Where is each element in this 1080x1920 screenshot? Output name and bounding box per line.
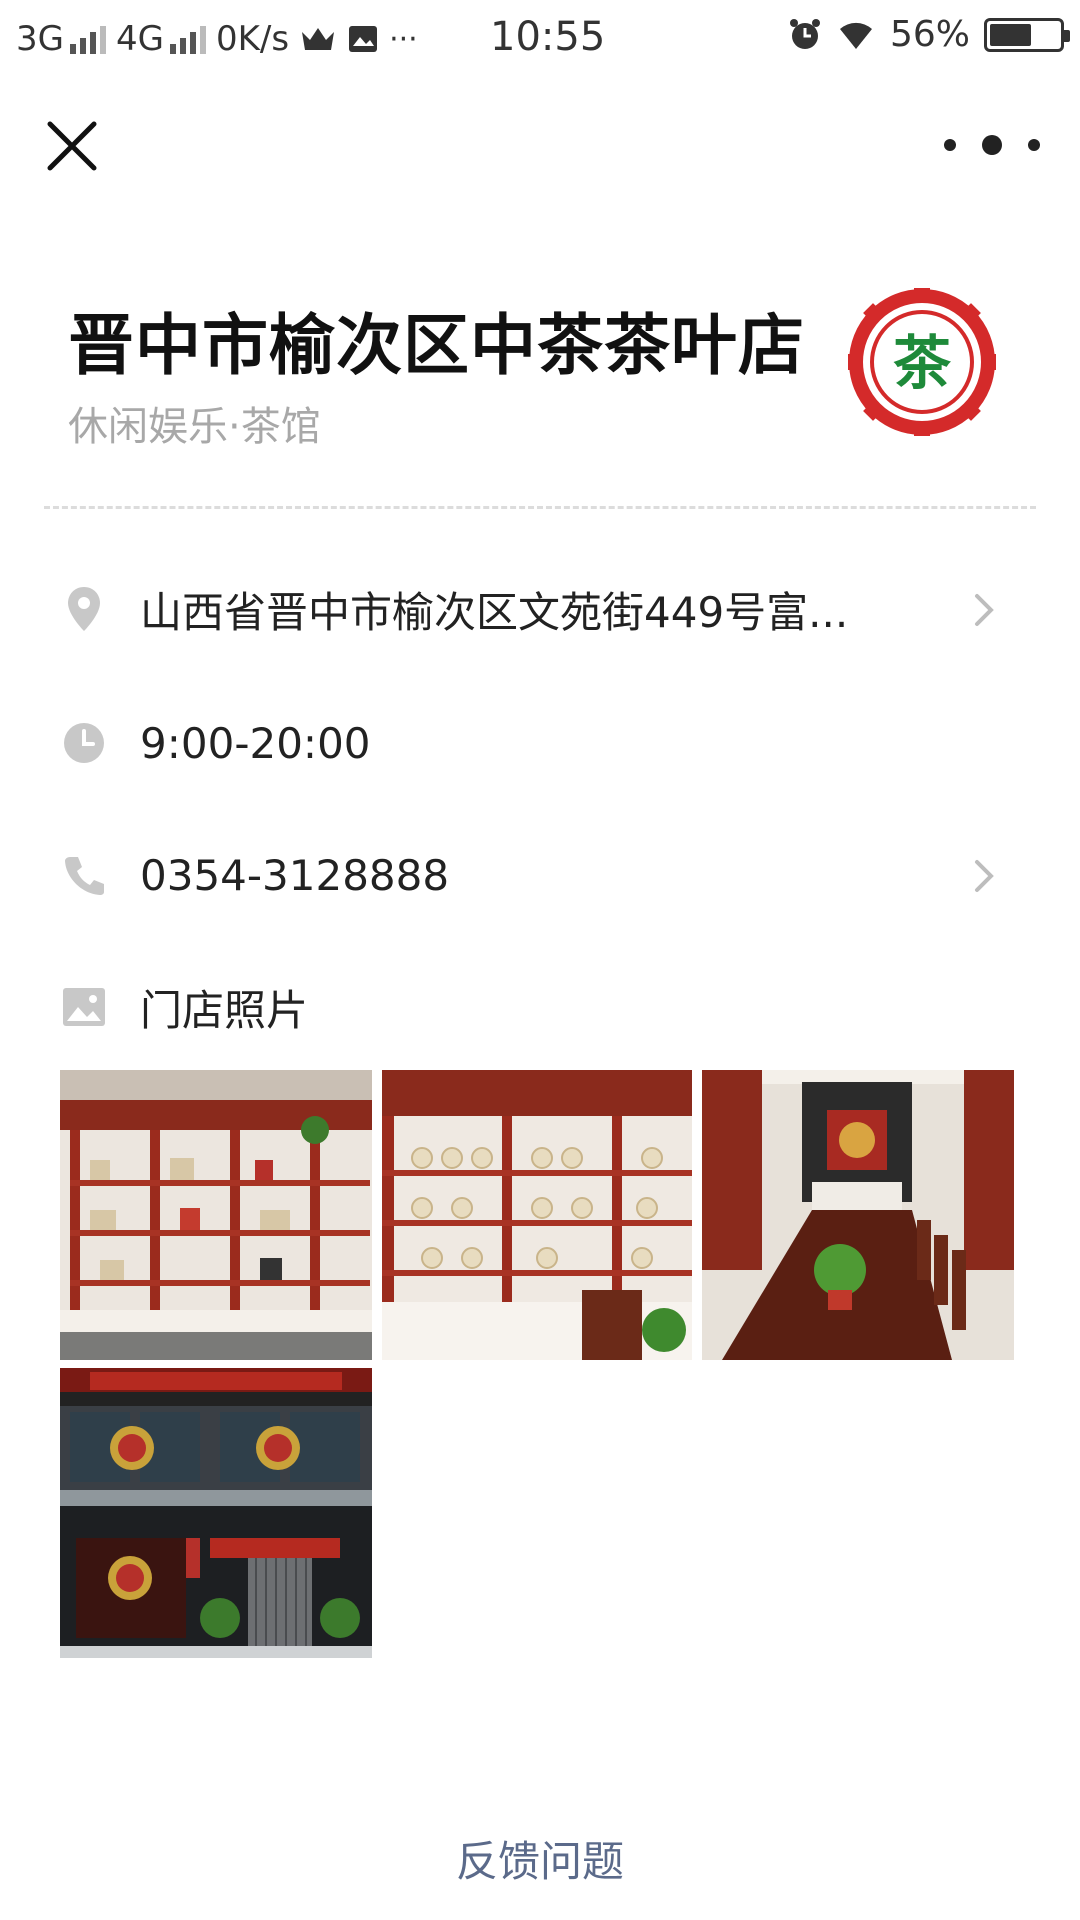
photos-row: 门店照片 <box>60 972 1020 1042</box>
net-speed: 0K/s <box>215 19 290 59</box>
dashed-divider <box>44 506 1036 509</box>
network-4g: 4G <box>116 19 206 59</box>
feedback-link[interactable]: 反馈问题 <box>0 1828 1080 1889</box>
close-button[interactable] <box>44 118 100 174</box>
logo-glyph: 茶 <box>893 329 952 397</box>
signal-bars-icon <box>169 24 206 54</box>
location-pin-icon <box>60 585 108 633</box>
china-tea-logo-icon: 茶 <box>848 288 996 436</box>
battery-icon <box>984 17 1070 52</box>
gallery-notify-icon <box>349 26 378 52</box>
address-text: 山西省晋中市榆次区文苑街449号富... <box>140 587 849 637</box>
shop-shelves-photo[interactable] <box>60 1070 372 1360</box>
alarm-icon <box>789 18 820 49</box>
more-icon-dot <box>1028 139 1040 151</box>
tea-display-photo[interactable] <box>382 1070 692 1360</box>
wifi-icon <box>839 22 872 49</box>
more-notifications: ··· <box>389 21 418 57</box>
network-3g: 3G <box>16 19 106 59</box>
signal-bars-icon <box>69 24 106 54</box>
clock: 10:55 <box>490 14 606 60</box>
chevron-right-icon <box>975 860 994 892</box>
more-icon <box>982 135 1002 155</box>
phone-text: 0354-3128888 <box>140 850 450 900</box>
tea-room-photo[interactable] <box>702 1070 1014 1360</box>
store-category: 休闲娱乐·茶馆 <box>68 404 321 450</box>
store-title: 晋中市榆次区中茶茶叶店 <box>68 307 805 384</box>
phone-row[interactable]: 0354-3128888 <box>60 840 1020 910</box>
status-right: 56% <box>788 14 1070 55</box>
network-4g-label: 4G <box>115 19 164 59</box>
photos-label: 门店照片 <box>140 985 309 1035</box>
chevron-right-icon <box>975 594 994 626</box>
storefront-photo[interactable] <box>60 1368 372 1658</box>
image-icon <box>60 983 108 1031</box>
address-row[interactable]: 山西省晋中市榆次区文苑街449号富... <box>60 574 1020 644</box>
clock-icon <box>60 719 108 767</box>
close-icon <box>47 121 97 171</box>
more-button[interactable] <box>944 130 1040 160</box>
more-icon-dot <box>944 139 956 151</box>
store-logo: 茶 <box>848 288 996 436</box>
status-bar: 3G 4G 0K/s ··· 10:55 56% <box>0 0 1080 78</box>
phone-icon <box>60 851 108 899</box>
crown-icon <box>302 28 335 50</box>
status-left: 3G 4G 0K/s ··· <box>16 19 418 59</box>
battery-percent: 56% <box>889 14 970 55</box>
hours-text: 9:00-20:00 <box>140 718 371 768</box>
network-3g-label: 3G <box>16 19 64 59</box>
hours-row: 9:00-20:00 <box>60 708 1020 778</box>
